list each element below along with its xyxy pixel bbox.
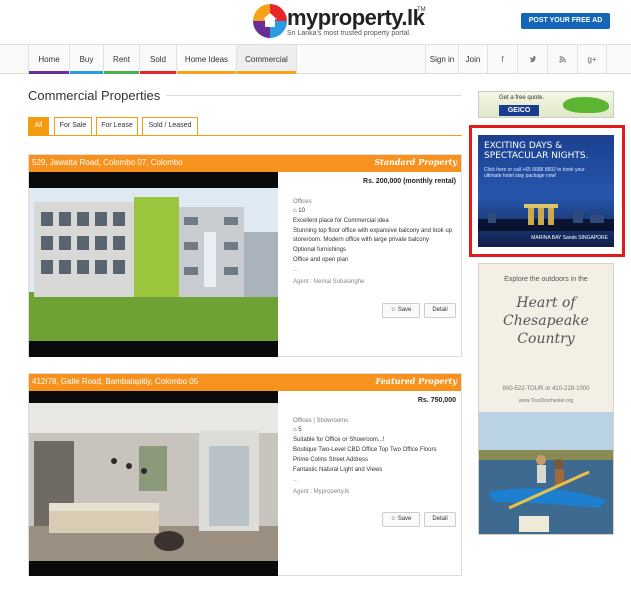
listing-type-badge: Featured Property	[375, 376, 457, 386]
listing-info: Offices ⌂ 10 Excellent place for Commerc…	[293, 198, 459, 287]
marina-ad-brand: MARINA BAY Sands SINGAPORE	[531, 235, 608, 241]
chesapeake-ad-tagline: Explore the outdoors in the	[504, 276, 588, 283]
save-label: Save	[397, 307, 412, 313]
page-title: Commercial Properties	[28, 88, 161, 103]
nav-item-rent[interactable]: Rent	[103, 45, 139, 74]
listing-category: Offices	[293, 199, 312, 205]
marina-ad-headline: EXCITING DAYS & SPECTACULAR NIGHTS.	[484, 141, 589, 161]
building-icon: ⌂	[293, 427, 297, 433]
listing-agent: Agent : Myproperty.lk	[293, 489, 350, 495]
listing-description: Excellent place for Commercial idea	[293, 218, 389, 224]
listing-info: Offices | Showrooms ⌂ 5 Suitable for Off…	[293, 417, 459, 497]
marina-ad-body: Click here or call +65 6688 8892 to book…	[484, 167, 585, 179]
tab-sold-leased[interactable]: Sold / Leased	[142, 117, 198, 135]
tab-for-lease[interactable]: For Lease	[96, 117, 138, 135]
listing-feature: Stunning top floor office with expansive…	[293, 228, 452, 243]
listing-photo[interactable]	[29, 172, 278, 357]
listing-address[interactable]: 529, Jawatta Road, Colombo 07, Colombo	[32, 158, 183, 167]
gecko-icon	[563, 97, 609, 113]
listing-photo[interactable]	[29, 391, 278, 576]
rss-icon[interactable]	[547, 45, 577, 74]
nav-item-buy[interactable]: Buy	[69, 45, 103, 74]
unit-count-value: 5	[298, 427, 302, 433]
google-plus-icon[interactable]: g+	[577, 45, 607, 74]
site-logo[interactable]: myproperty.lk TM Sri Lanka's most truste…	[253, 4, 443, 40]
listing-unit-count: ⌂ 5	[293, 426, 459, 435]
logo-text: myproperty.lk	[287, 5, 425, 30]
nav-label: Buy	[79, 55, 94, 64]
tab-all[interactable]: All	[28, 117, 49, 135]
nav-item-commercial[interactable]: Commercial	[236, 45, 297, 74]
listing-card: 412/78, Galle Road, Bambalapitiy, Colomb…	[28, 373, 462, 576]
listing-price: Rs. 200,000 (monthly rental)	[363, 178, 456, 185]
trademark-mark: TM	[417, 7, 426, 13]
listing-feature: Optional furnishings	[293, 247, 347, 253]
listing-header-bar: 529, Jawatta Road, Colombo 07, Colombo S…	[29, 155, 461, 172]
chesapeake-ad[interactable]: Explore the outdoors in the Heart of Che…	[478, 263, 614, 535]
detail-button[interactable]: Detail	[424, 303, 456, 318]
nav-underline	[70, 71, 103, 74]
nav-underline	[177, 71, 236, 74]
listing-separator: --	[293, 478, 297, 484]
unit-count-value: 10	[298, 208, 305, 214]
site-header: myproperty.lk TM Sri Lanka's most truste…	[0, 0, 631, 44]
nav-label: Home Ideas	[184, 55, 229, 64]
listing-feature: Boutique Two-Level CBD Office Top Two Of…	[293, 447, 437, 453]
marina-bay-ad[interactable]: EXCITING DAYS & SPECTACULAR NIGHTS. Clic…	[478, 135, 614, 247]
join-link[interactable]: Join	[458, 45, 487, 74]
listing-header-bar: 412/78, Galle Road, Bambalapitiy, Colomb…	[29, 374, 461, 391]
house-logo-icon	[253, 4, 287, 38]
listing-agent: Agent : Nemal Subasinghe	[293, 279, 365, 285]
nav-item-home-ideas[interactable]: Home Ideas	[176, 45, 236, 74]
title-divider	[166, 95, 462, 96]
nav-item-home[interactable]: Home	[28, 45, 69, 74]
listing-description: Suitable for Office or Showroom...!	[293, 437, 385, 443]
skyline-icon	[478, 204, 614, 231]
building-icon: ⌂	[293, 208, 297, 214]
star-icon: ☆	[390, 516, 397, 522]
star-icon: ☆	[390, 307, 397, 313]
logo-tagline: Sri Lanka's most trusted property portal…	[287, 30, 411, 37]
kayak-scene	[479, 412, 613, 534]
listing-price: Rs. 750,000	[417, 397, 456, 404]
listing-separator: --	[293, 268, 297, 274]
save-button[interactable]: ☆ Save	[382, 303, 420, 318]
listing-unit-count: ⌂ 10	[293, 207, 459, 216]
nav-label: Home	[38, 55, 60, 64]
save-label: Save	[397, 516, 412, 522]
filter-divider	[28, 135, 462, 136]
nav-underline	[237, 71, 296, 74]
nav-label: Rent	[113, 55, 130, 64]
main-nav: Home Buy Rent Sold Home Ideas Commercial…	[0, 44, 631, 74]
facebook-icon[interactable]: f	[487, 45, 517, 74]
nav-underline	[104, 71, 139, 74]
listing-type-badge: Standard Property	[374, 157, 457, 167]
listing-feature: Office and open plan	[293, 257, 349, 263]
listing-card: 529, Jawatta Road, Colombo 07, Colombo S…	[28, 154, 462, 357]
nav-label: Sold	[149, 55, 166, 64]
save-button[interactable]: ☆ Save	[382, 512, 420, 527]
post-free-ad-button[interactable]: POST YOUR FREE AD	[521, 13, 610, 29]
chesapeake-ad-headline: Heart of Chesapeake Country	[503, 295, 589, 347]
listing-feature: Prime Colins Street Address	[293, 457, 369, 463]
twitter-icon[interactable]	[517, 45, 547, 74]
nav-underline	[29, 71, 69, 74]
nav-item-sold[interactable]: Sold	[139, 45, 176, 74]
nav-label: Commercial	[245, 55, 288, 64]
detail-button[interactable]: Detail	[424, 512, 456, 527]
geico-ad[interactable]: Get a free quote. GEICO	[478, 91, 614, 118]
nav-underline	[140, 71, 176, 74]
chesapeake-ad-phone: 800-522-TOUR or 410-228-1000	[502, 386, 590, 392]
geico-brand: GEICO	[499, 105, 539, 116]
tab-for-sale[interactable]: For Sale	[54, 117, 92, 135]
listing-feature: Fantastic Natural Light and Views	[293, 467, 383, 473]
chesapeake-ad-url: www.TourDorchester.org	[518, 398, 574, 404]
geico-ad-text: Get a free quote.	[499, 95, 545, 101]
listing-category: Offices | Showrooms	[293, 418, 349, 424]
sign-in-link[interactable]: Sign in	[425, 45, 458, 74]
listing-address[interactable]: 412/78, Galle Road, Bambalapitiy, Colomb…	[32, 377, 198, 386]
